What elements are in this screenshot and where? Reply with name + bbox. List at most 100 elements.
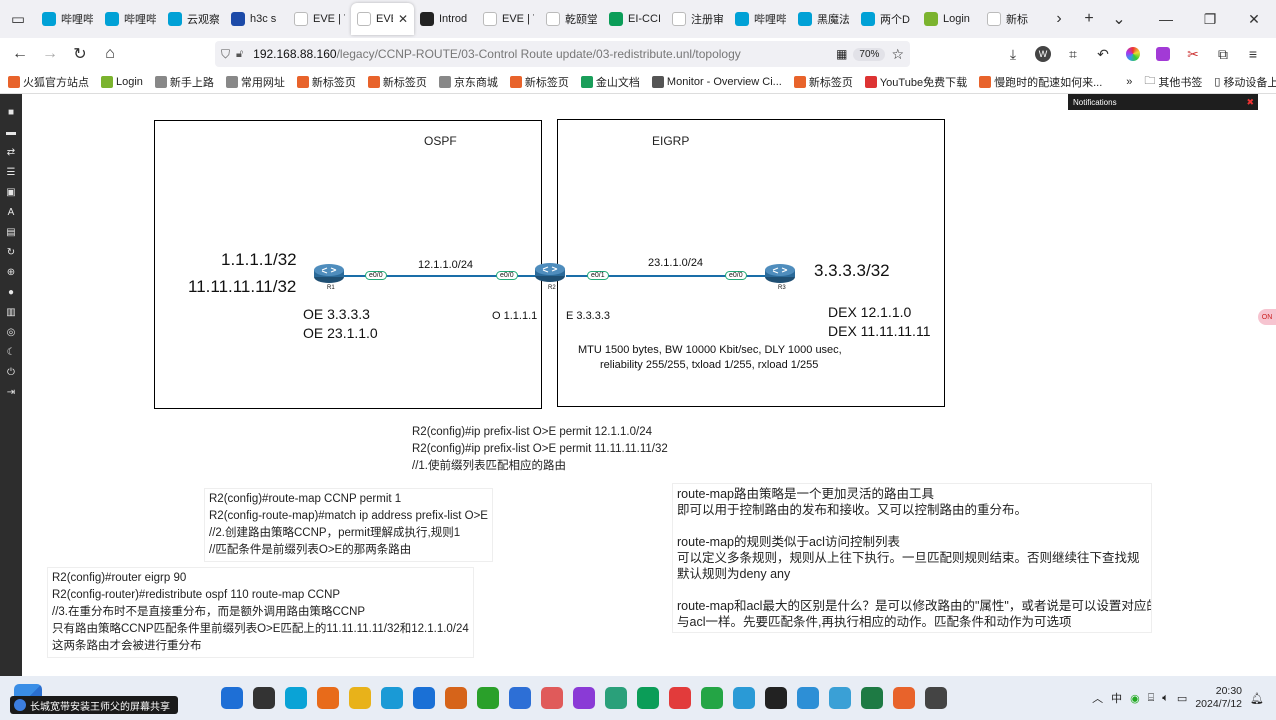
taskbar-app-icon[interactable] (349, 687, 371, 709)
bookmark-item[interactable]: 新标签页 (509, 74, 569, 90)
account-w-icon[interactable]: W (1028, 39, 1058, 69)
add-node-icon[interactable]: ■ (0, 102, 22, 122)
prefix-list-note[interactable]: R2(config)#ip prefix-list O>E permit 12.… (408, 422, 672, 477)
other-bookmarks-folder[interactable]: 🗀︎ 其他书签 (1144, 72, 1202, 91)
qr-code-icon[interactable]: ▦ (836, 47, 847, 61)
bookmark-star-icon[interactable]: ☆ (891, 46, 904, 63)
redistribute-note[interactable]: R2(config)#router eigrp 90 R2(config-rou… (47, 567, 474, 658)
window-close-icon[interactable]: ✕ (1232, 0, 1276, 38)
taskbar-app-icon[interactable] (669, 687, 691, 709)
taskbar-app-icon[interactable] (445, 687, 467, 709)
taskbar-app-icon[interactable] (285, 687, 307, 709)
info-icon[interactable]: ● (0, 282, 22, 302)
bookmark-item[interactable]: 金山文档 (580, 74, 640, 90)
taskbar-app-icon[interactable] (381, 687, 403, 709)
bookmark-item[interactable]: 常用网址 (225, 74, 285, 90)
taskbar-app-icon[interactable] (221, 687, 243, 709)
status-icon[interactable]: ◎ (0, 322, 22, 342)
new-tab-icon[interactable]: + (1074, 0, 1104, 38)
router-r2-icon[interactable] (534, 261, 566, 283)
logout-icon[interactable]: ⇥ (0, 382, 22, 402)
pictures-icon[interactable]: ▣ (0, 182, 22, 202)
browser-tab[interactable]: 黑魔法 (792, 3, 855, 35)
taskbar-app-icon[interactable] (893, 687, 915, 709)
taskbar-app-icon[interactable] (477, 687, 499, 709)
taskbar-app-icon[interactable] (925, 687, 947, 709)
text-icon[interactable]: A (0, 202, 22, 222)
forward-arrow-icon[interactable]: → (35, 39, 65, 69)
networks-icon[interactable]: ⇄ (0, 142, 22, 162)
menu-hamburger-icon[interactable]: ≡ (1238, 39, 1268, 69)
taskbar-app-icon[interactable] (637, 687, 659, 709)
browser-tab[interactable]: Introd (414, 3, 477, 35)
tab-scroll-right-icon[interactable]: › (1044, 0, 1074, 38)
taskbar-app-icon[interactable] (765, 687, 787, 709)
taskbar-app-icon[interactable] (509, 687, 531, 709)
ospf-zone[interactable] (154, 120, 542, 409)
taskbar-app-icon[interactable] (861, 687, 883, 709)
browser-tab[interactable]: 哔哩哔 (36, 3, 99, 35)
back-arrow-icon[interactable]: ← (5, 39, 35, 69)
router-r3-icon[interactable] (764, 262, 796, 284)
route-map-explanation-note[interactable]: route-map路由策略是一个更加灵活的路由工具 即可以用于控制路由的发布和接… (672, 483, 1152, 633)
browser-tab[interactable]: 哔哩哔 (99, 3, 162, 35)
screen-share-banner[interactable]: 长城宽带安装王师父的屏幕共享 (10, 696, 178, 714)
browser-tab[interactable]: 新标 (981, 3, 1044, 35)
undo-icon[interactable]: ↶ (1088, 39, 1118, 69)
network-icon[interactable]: ⌸ (1148, 692, 1155, 705)
taskbar-app-icon[interactable] (829, 687, 851, 709)
taskbar-app-icon[interactable] (605, 687, 627, 709)
bookmark-item[interactable]: 新标签页 (367, 74, 427, 90)
notification-bell-icon[interactable]: 🔔︎ (1250, 692, 1264, 705)
notifications-close-icon[interactable]: ✖ (1246, 97, 1254, 108)
topology-canvas[interactable]: OSPF EIGRP R1 R2 R3 e0/0 e0/0 e0/1 e0/0 … (22, 94, 1276, 676)
bookmark-item[interactable]: YouTube免费下载 (864, 74, 967, 90)
extensions-puzzle-icon[interactable]: ⧉ (1208, 39, 1238, 69)
home-icon[interactable]: ⌂ (95, 39, 125, 69)
refresh-icon[interactable]: ↻ (0, 242, 22, 262)
minimize-icon[interactable]: — (1144, 0, 1188, 38)
crop-icon[interactable]: ⌗ (1058, 39, 1088, 69)
startup-config-icon[interactable]: ☰ (0, 162, 22, 182)
browser-tab[interactable]: EVE | Top (288, 3, 351, 35)
bookmarks-overflow-icon[interactable]: » (1126, 76, 1132, 88)
browser-tab[interactable]: EVE | To ✕ (351, 3, 414, 35)
taskbar-app-icon[interactable] (541, 687, 563, 709)
address-bar[interactable]: ⛉ 🔓︎ 192.168.88.160/legacy/CCNP-ROUTE/03… (215, 41, 910, 67)
notifications-panel[interactable]: Notifications ✖ (1068, 94, 1258, 110)
bookmark-item[interactable]: 京东商城 (438, 74, 498, 90)
browser-tab[interactable]: 两个D (855, 3, 918, 35)
bookmark-item[interactable]: 慢跑时的配速如何来... (979, 74, 1102, 90)
bookmark-item[interactable]: 新手上路 (154, 74, 214, 90)
tools-icon[interactable]: ✂ (1178, 39, 1208, 69)
restore-icon[interactable]: ❐ (1188, 0, 1232, 38)
battery-icon[interactable]: ▭ (1177, 692, 1187, 705)
taskbar-app-icon[interactable] (317, 687, 339, 709)
download-icon[interactable]: ⤓ (998, 39, 1028, 69)
taskbar-app-icon[interactable] (253, 687, 275, 709)
taskbar-app-icon[interactable] (797, 687, 819, 709)
tab-close-icon[interactable]: ✕ (398, 12, 408, 26)
tray-overflow-icon[interactable]: ︿ (1092, 690, 1103, 706)
bookmark-item[interactable]: 新标签页 (296, 74, 356, 90)
bookmark-item[interactable]: 新标签页 (793, 74, 853, 90)
route-map-note[interactable]: R2(config)#route-map CCNP permit 1 R2(co… (204, 488, 493, 562)
zoom-level[interactable]: 70% (853, 47, 886, 61)
browser-tab[interactable]: 云观察 (162, 3, 225, 35)
browser-tab[interactable]: EVE | Top (477, 3, 540, 35)
nodes-list-icon[interactable]: ▬ (0, 122, 22, 142)
tab-overflow-chevron-icon[interactable]: ⌄ (1104, 0, 1134, 38)
wechat-tray-icon[interactable]: ◉ (1130, 692, 1140, 705)
browser-tab[interactable]: Login (918, 3, 981, 35)
ime-indicator[interactable]: 中 (1111, 690, 1122, 706)
color-wheel-icon[interactable] (1118, 39, 1148, 69)
browser-tab[interactable]: EI-CCI (603, 3, 666, 35)
taskbar-app-icon[interactable] (413, 687, 435, 709)
bookmark-item[interactable]: 火狐官方站点 (8, 74, 89, 90)
browser-tab[interactable]: 哔哩哔 (729, 3, 792, 35)
browser-tab[interactable]: 注册审批 (666, 3, 729, 35)
browser-tab[interactable]: 乾颐堂H (540, 3, 603, 35)
floating-side-tab[interactable]: ON (1258, 309, 1276, 325)
lab-details-icon[interactable]: ▤ (0, 222, 22, 242)
tab-list-icon[interactable]: ▭ (0, 0, 36, 38)
